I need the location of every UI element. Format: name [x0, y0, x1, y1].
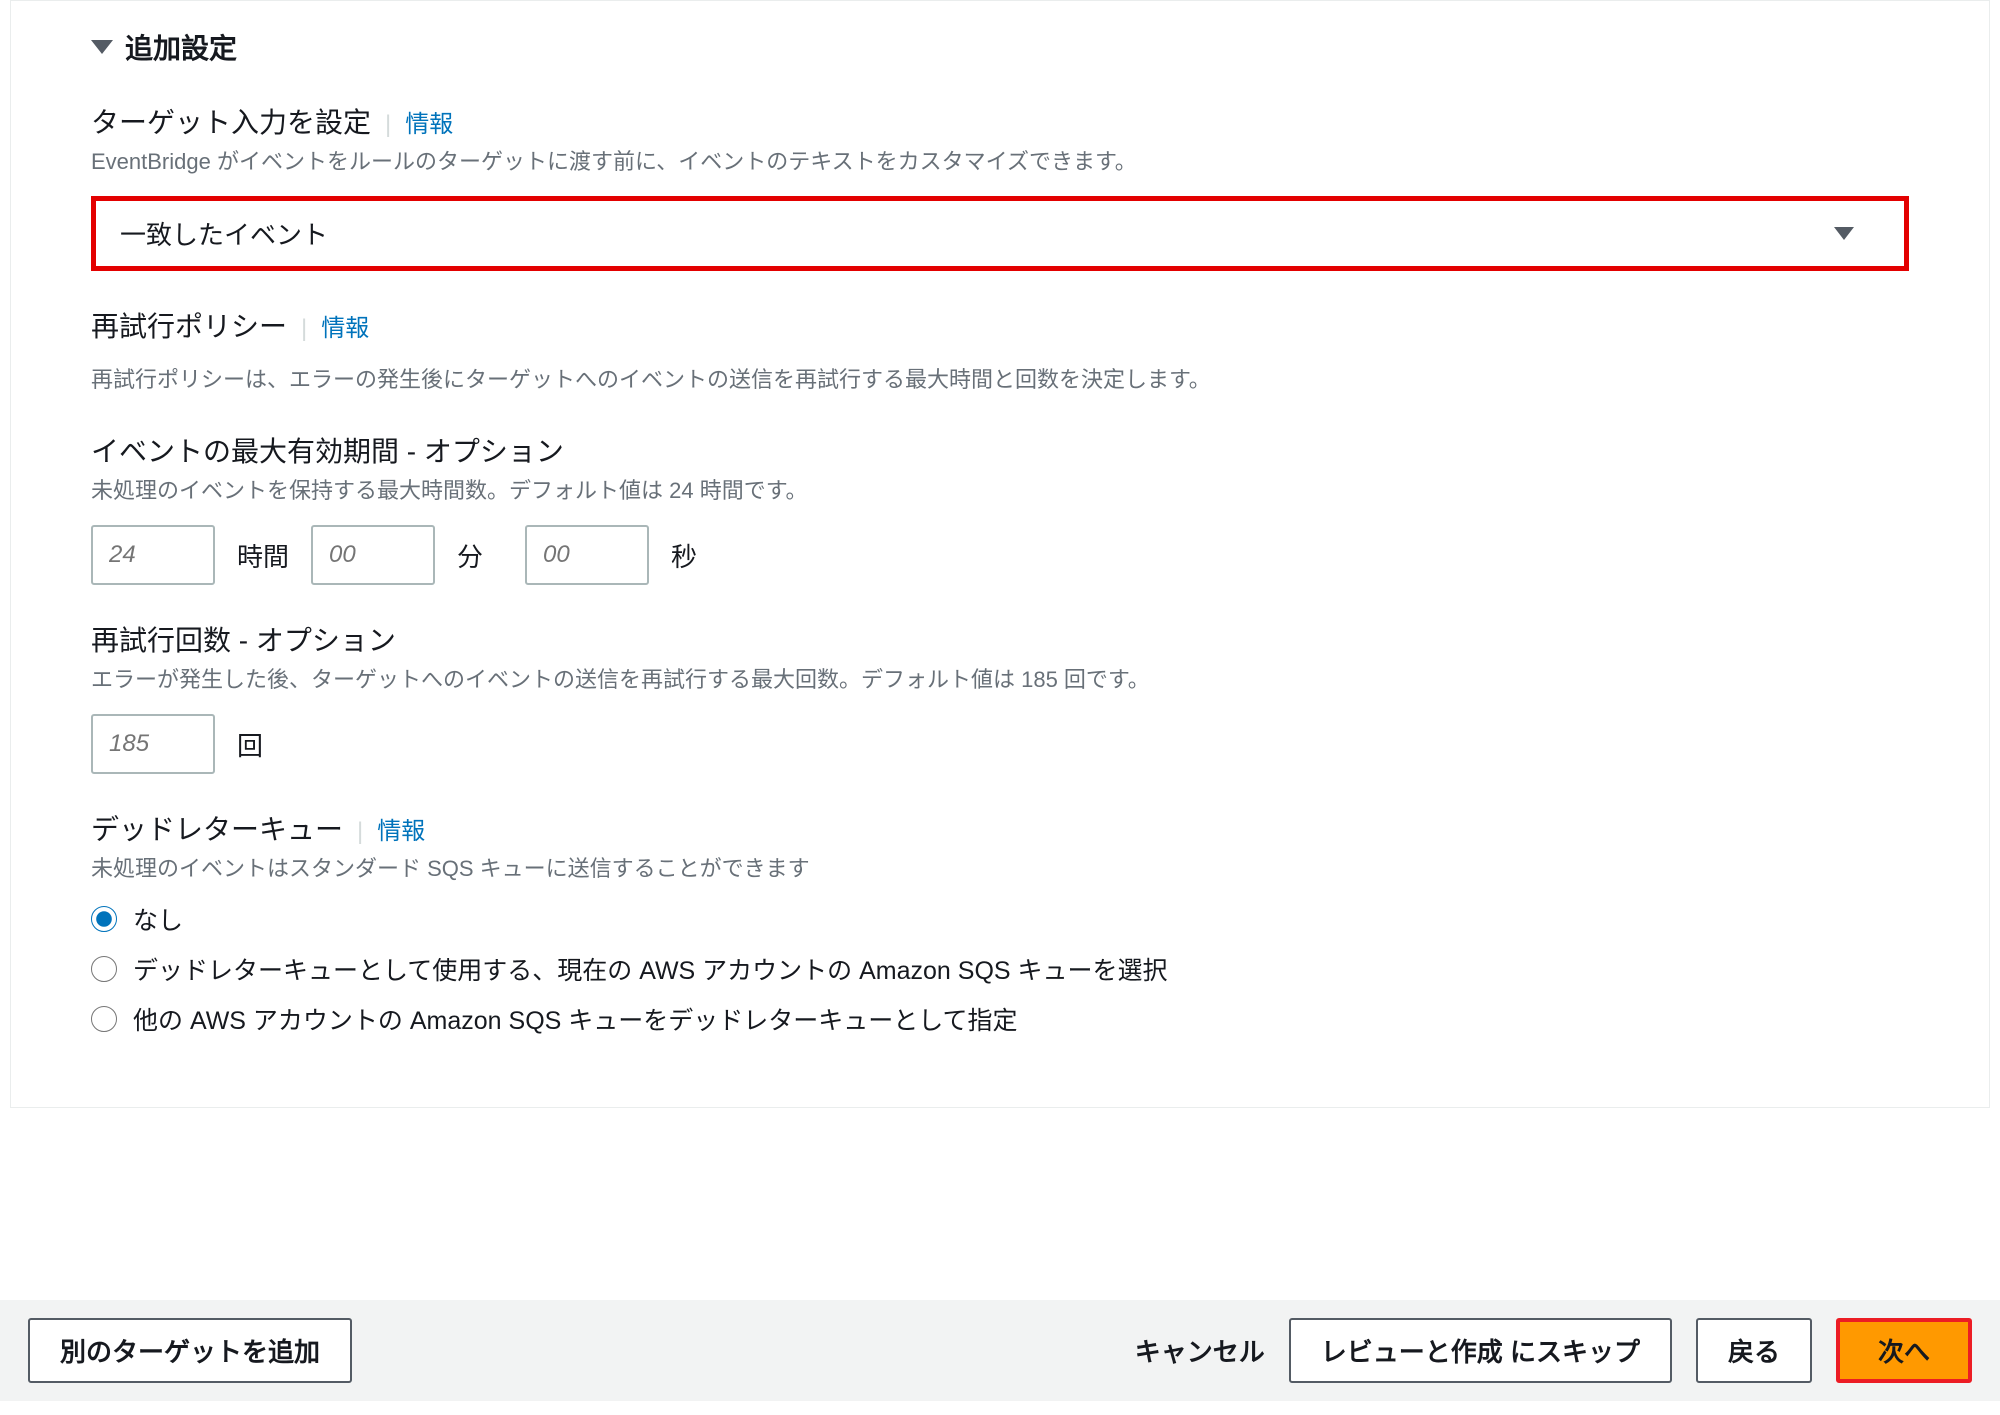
footer-right-group: キャンセル レビューと作成 にスキップ 戻る 次へ — [1135, 1318, 1972, 1383]
section-title: 追加設定 — [125, 27, 237, 67]
retry-count-group: 再試行回数 - オプション エラーが発生した後、ターゲットへのイベントの送信を再… — [91, 619, 1909, 774]
target-input-select[interactable]: 一致したイベント — [91, 196, 1909, 271]
max-age-desc: 未処理のイベントを保持する最大時間数。デフォルト値は 24 時間です。 — [91, 474, 1909, 507]
hours-input[interactable] — [91, 525, 215, 585]
dlq-radio-other[interactable] — [91, 1006, 117, 1032]
separator: | — [357, 818, 363, 846]
retry-count-unit: 回 — [237, 726, 283, 763]
target-input-desc: EventBridge がイベントをルールのターゲットに渡す前に、イベントのテキ… — [91, 145, 1909, 178]
max-age-inputs: 時間 分 秒 — [91, 525, 1909, 585]
retry-policy-group: 再試行ポリシー | 情報 再試行ポリシーは、エラーの発生後にターゲットへのイベン… — [91, 305, 1909, 396]
dlq-desc: 未処理のイベントはスタンダード SQS キューに送信することができます — [91, 852, 1909, 885]
retry-policy-info-link[interactable]: 情報 — [321, 308, 369, 343]
max-age-title: イベントの最大有効期間 - オプション — [91, 430, 1909, 470]
dlq-group: デッドレターキュー | 情報 未処理のイベントはスタンダード SQS キューに送… — [91, 808, 1909, 1037]
cancel-button[interactable]: キャンセル — [1135, 1332, 1265, 1369]
target-input-header: ターゲット入力を設定 | 情報 — [91, 101, 1909, 141]
additional-settings-toggle[interactable]: 追加設定 — [91, 27, 1909, 67]
retry-count-desc: エラーが発生した後、ターゲットへのイベントの送信を再試行する最大回数。デフォルト… — [91, 663, 1909, 696]
dlq-title: デッドレターキュー — [91, 808, 343, 848]
dlq-option-current[interactable]: デッドレターキューとして使用する、現在の AWS アカウントの Amazon S… — [91, 951, 1909, 987]
minutes-input[interactable] — [311, 525, 435, 585]
add-target-button[interactable]: 別のターゲットを追加 — [28, 1318, 352, 1383]
target-input-select-value: 一致したイベント — [120, 215, 328, 252]
dlq-radio-current[interactable] — [91, 956, 117, 982]
dlq-label-other: 他の AWS アカウントの Amazon SQS キューをデッドレターキューとし… — [133, 1001, 1018, 1037]
wizard-footer: 別のターゲットを追加 キャンセル レビューと作成 にスキップ 戻る 次へ — [0, 1300, 2000, 1401]
retry-count-input[interactable] — [91, 714, 215, 774]
dlq-label-current: デッドレターキューとして使用する、現在の AWS アカウントの Amazon S… — [133, 951, 1168, 987]
dlq-label-none: なし — [133, 901, 183, 937]
hours-unit: 時間 — [237, 537, 289, 574]
seconds-unit: 秒 — [671, 537, 717, 574]
dlq-option-none[interactable]: なし — [91, 901, 1909, 937]
caret-down-icon — [91, 40, 113, 54]
next-button[interactable]: 次へ — [1836, 1318, 1972, 1383]
target-input-group: ターゲット入力を設定 | 情報 EventBridge がイベントをルールのター… — [91, 101, 1909, 271]
target-input-info-link[interactable]: 情報 — [405, 104, 453, 139]
target-input-title: ターゲット入力を設定 — [91, 101, 371, 141]
minutes-unit: 分 — [457, 537, 503, 574]
max-age-group: イベントの最大有効期間 - オプション 未処理のイベントを保持する最大時間数。デ… — [91, 430, 1909, 585]
retry-policy-desc: 再試行ポリシーは、エラーの発生後にターゲットへのイベントの送信を再試行する最大時… — [91, 363, 1909, 396]
retry-count-title: 再試行回数 - オプション — [91, 619, 1909, 659]
separator: | — [301, 315, 307, 343]
back-button[interactable]: 戻る — [1696, 1318, 1812, 1383]
retry-policy-header: 再試行ポリシー | 情報 — [91, 305, 1909, 345]
separator: | — [385, 111, 391, 139]
skip-to-review-button[interactable]: レビューと作成 にスキップ — [1289, 1318, 1672, 1383]
dlq-info-link[interactable]: 情報 — [377, 811, 425, 846]
retry-policy-title: 再試行ポリシー — [91, 305, 287, 345]
dlq-radio-none[interactable] — [91, 906, 117, 932]
retry-count-inputs: 回 — [91, 714, 1909, 774]
dlq-header: デッドレターキュー | 情報 — [91, 808, 1909, 848]
dlq-radio-group: なし デッドレターキューとして使用する、現在の AWS アカウントの Amazo… — [91, 901, 1909, 1037]
seconds-input[interactable] — [525, 525, 649, 585]
chevron-down-icon — [1834, 227, 1854, 240]
dlq-option-other[interactable]: 他の AWS アカウントの Amazon SQS キューをデッドレターキューとし… — [91, 1001, 1909, 1037]
additional-settings-panel: 追加設定 ターゲット入力を設定 | 情報 EventBridge がイベントをル… — [10, 0, 1990, 1108]
